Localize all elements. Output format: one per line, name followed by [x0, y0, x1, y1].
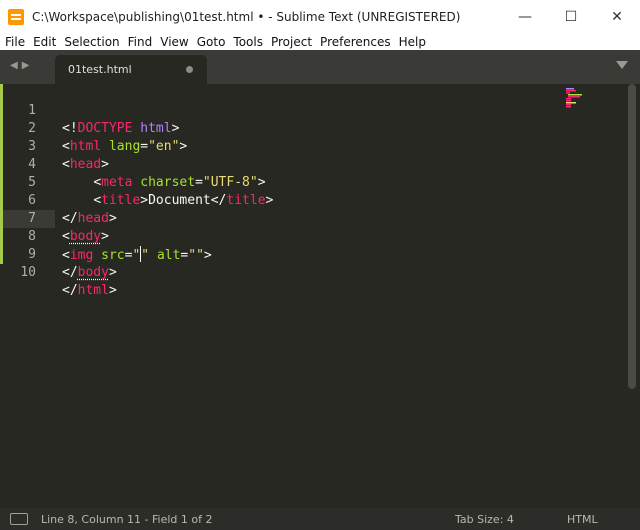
- code-line: 3 <head>: [0, 120, 620, 172]
- code-line: 2 <html lang="en">: [0, 102, 620, 154]
- code-line: 5 <title>Document</title>: [0, 156, 620, 208]
- code-line: 4 <meta charset="UTF-8">: [0, 138, 620, 190]
- code-line: 6 </head>: [0, 174, 620, 226]
- maximize-button[interactable]: ☐: [548, 0, 594, 33]
- window-controls: — ☐ ✕: [502, 0, 640, 33]
- code-line-current: 8 <img src="" alt="">: [0, 210, 620, 263]
- tab-01test-html[interactable]: 01test.html: [55, 55, 207, 84]
- line-number: 10: [20, 265, 36, 280]
- menu-goto[interactable]: Goto: [193, 35, 230, 49]
- tab-dropdown-icon[interactable]: [616, 61, 628, 69]
- code-line: 9 </body>: [0, 228, 620, 280]
- tab-size-setting[interactable]: Tab Size: 4: [455, 513, 514, 526]
- minimize-button[interactable]: —: [502, 0, 548, 33]
- scrollbar-thumb[interactable]: [628, 84, 636, 389]
- menu-help[interactable]: Help: [395, 35, 430, 49]
- window-title: C:\Workspace\publishing\01test.html • - …: [32, 9, 461, 24]
- unsaved-dot-icon[interactable]: [186, 66, 193, 73]
- code-line: 7 <body>: [0, 192, 620, 244]
- editor-area[interactable]: 1 <!DOCTYPE html> 2 <html lang="en"> 3 <…: [0, 84, 640, 508]
- tab-label: 01test.html: [68, 63, 132, 76]
- code-line: 1 <!DOCTYPE html>: [0, 84, 620, 136]
- syntax-setting[interactable]: HTML: [567, 513, 598, 526]
- tab-nav-arrows-icon[interactable]: ◀▶: [10, 60, 33, 71]
- menu-view[interactable]: View: [156, 35, 192, 49]
- status-bar: Line 8, Column 11 - Field 1 of 2 Tab Siz…: [0, 508, 640, 530]
- title-bar: C:\Workspace\publishing\01test.html • - …: [0, 0, 640, 33]
- menu-tools[interactable]: Tools: [229, 35, 267, 49]
- code-text[interactable]: </html>: [62, 282, 117, 300]
- console-toggle-icon[interactable]: [10, 513, 28, 525]
- close-button[interactable]: ✕: [594, 0, 640, 33]
- vertical-scrollbar[interactable]: [626, 84, 638, 508]
- menu-find[interactable]: Find: [124, 35, 157, 49]
- code-text[interactable]: </body>: [62, 264, 117, 282]
- sublime-text-icon: [8, 8, 24, 25]
- menu-bar: File Edit Selection Find View Goto Tools…: [0, 33, 640, 50]
- menu-selection[interactable]: Selection: [60, 35, 123, 49]
- menu-preferences[interactable]: Preferences: [316, 35, 395, 49]
- code-line: 10 </html>: [0, 246, 620, 298]
- cursor-position: Line 8, Column 11 - Field 1 of 2: [41, 513, 213, 526]
- menu-project[interactable]: Project: [267, 35, 316, 49]
- menu-file[interactable]: File: [0, 35, 29, 49]
- menu-edit[interactable]: Edit: [29, 35, 60, 49]
- minimap[interactable]: [566, 88, 594, 108]
- tab-bar: ◀▶ 01test.html: [0, 50, 640, 84]
